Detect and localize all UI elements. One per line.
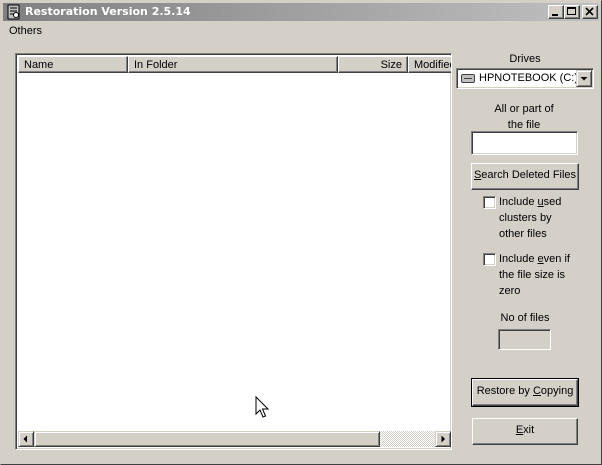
include-used-clusters-label[interactable]: Include used clusters by other files [499,194,579,242]
chevron-down-icon [580,77,588,81]
minimize-button[interactable] [548,5,564,19]
restore-button-text-pre: Restore by [476,385,533,397]
include-used-line1-pre: Include [499,196,538,208]
column-name[interactable]: Name [18,56,128,73]
include-zero-line2: the file size is [499,269,566,281]
title-bar[interactable]: Restoration Version 2.5.14 [3,3,599,21]
app-icon[interactable] [6,4,22,20]
arrow-left-icon [23,435,27,443]
column-size[interactable]: Size [338,56,408,73]
include-used-line1-post: sed [543,196,562,208]
column-in-folder[interactable]: In Folder [128,56,338,73]
restore-button-text-post: opying [540,385,574,397]
window-title: Restoration Version 2.5.14 [25,5,191,18]
include-zero-line3: zero [499,285,521,297]
hard-drive-icon [461,74,475,83]
close-button[interactable] [582,5,598,19]
include-zero-line1-pre: Include [499,253,538,265]
maximize-icon [567,7,576,15]
column-modified[interactable]: Modified [408,56,451,73]
drive-select[interactable]: HPNOTEBOOK (C:) [456,68,594,89]
exit-button-text-post: xit [523,424,535,436]
menu-others[interactable]: Others [9,25,42,37]
horizontal-scrollbar[interactable] [18,431,451,447]
exit-button[interactable]: Exit [472,418,578,445]
include-zero-line1-post: ven if [543,253,570,265]
mouse-cursor-icon [255,396,270,418]
maximize-button[interactable] [564,5,580,19]
file-list[interactable]: Name In Folder Size Modified [15,53,452,450]
scroll-right-button[interactable] [435,431,451,447]
close-icon [585,7,594,16]
include-used-line3: other files [499,228,547,240]
include-used-clusters-checkbox[interactable] [483,196,496,209]
arrow-right-icon [441,435,445,443]
scroll-left-button[interactable] [18,431,34,447]
include-zero-size-checkbox[interactable] [483,253,496,266]
file-count-label: No of files [500,312,550,324]
drive-dropdown-button[interactable] [576,70,592,87]
minimize-icon [552,14,558,16]
search-deleted-files-button[interactable]: Search Deleted Files [471,163,579,190]
list-header: Name In Folder Size Modified [18,56,451,73]
file-count-field [498,329,551,350]
restore-button-accel: C [532,385,541,397]
app-window: Restoration Version 2.5.14 Others Name I… [0,0,602,465]
include-zero-size-label[interactable]: Include even if the file size is zero [499,251,589,299]
drive-select-value: HPNOTEBOOK (C:) [479,72,579,84]
menu-bar: Others [3,22,599,41]
search-label-line1: All or part of [494,103,554,115]
search-label: All or part of the file [469,101,579,133]
restore-by-copying-button[interactable]: Restore by Copying [471,378,579,407]
scrollbar-thumb[interactable] [34,431,380,447]
drives-label: Drives [509,53,541,65]
search-button-text-post: earch Deleted Files [481,169,577,181]
include-used-line2: clusters by [499,212,552,224]
filename-search-input[interactable] [471,131,578,155]
